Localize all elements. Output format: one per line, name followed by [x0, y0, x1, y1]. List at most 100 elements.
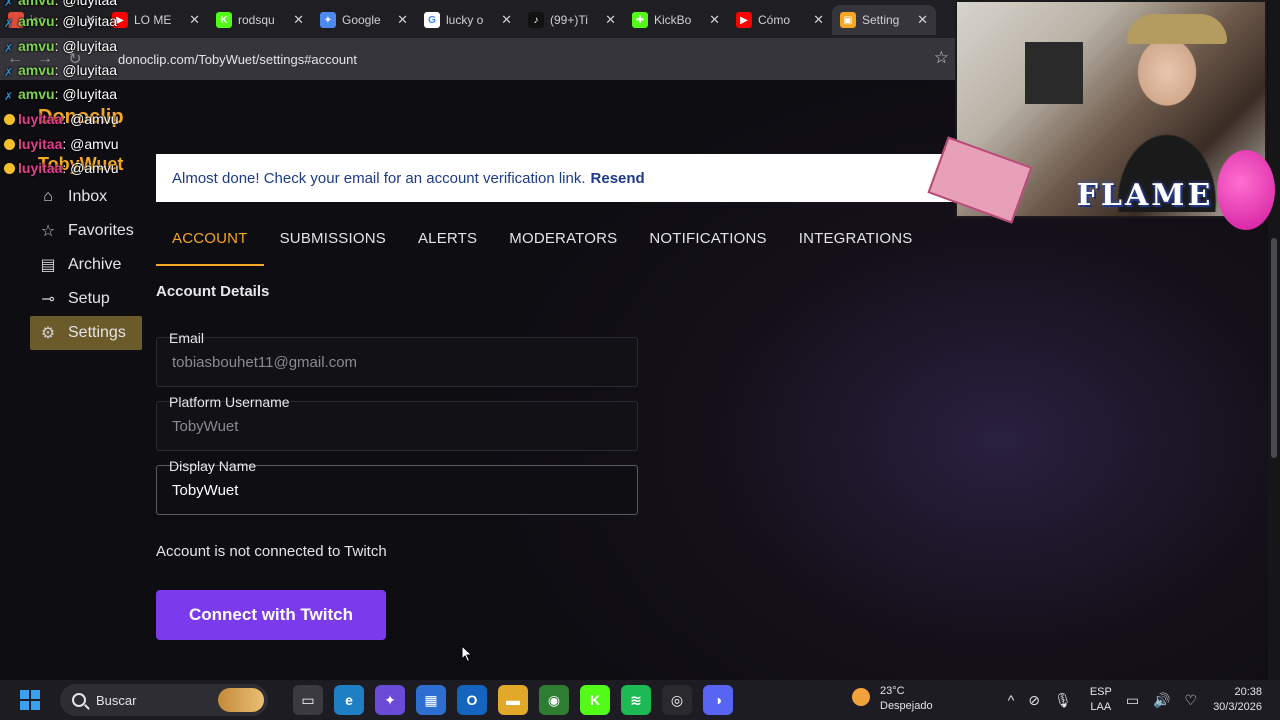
browser-tab[interactable]: ▣ Setting ✕ — [832, 5, 936, 35]
archive-icon: ▤ — [40, 257, 56, 274]
file-manager-icon[interactable]: ▭ — [293, 685, 323, 715]
email-value: tobiasbouhet11@gmail.com — [172, 354, 358, 371]
chat-username: luyitaa — [18, 136, 63, 152]
tab-notifications[interactable]: NOTIFICATIONS — [633, 218, 782, 266]
chat-message: luyitaa: @amvu — [4, 160, 119, 176]
sidebar-item-archive[interactable]: ▤ Archive — [30, 248, 142, 282]
close-tab-icon[interactable]: ✕ — [709, 12, 720, 28]
tab-submissions[interactable]: SUBMISSIONS — [264, 218, 402, 266]
browser-tab[interactable]: ✦ Google ✕ — [312, 5, 416, 35]
close-tab-icon[interactable]: ✕ — [293, 12, 304, 28]
tab-favicon-icon: ✦ — [320, 12, 336, 28]
chat-username: amvu — [18, 86, 55, 102]
email-field: Email tobiasbouhet11@gmail.com — [156, 330, 638, 387]
close-tab-icon[interactable]: ✕ — [501, 12, 512, 28]
inbox-icon: ⌂ — [43, 188, 53, 205]
display-icon[interactable]: ▭ — [1126, 692, 1139, 709]
close-tab-icon[interactable]: ✕ — [813, 12, 824, 28]
wall-poster — [1025, 42, 1083, 104]
kick-icon[interactable]: K — [580, 685, 610, 715]
language-indicator[interactable]: ESP LAA — [1090, 685, 1112, 715]
windows-taskbar: Buscar ▭ e ✦ ▦ O ▬ ◉ K ≋ ◎ ◑ 23°C Despejado ^ ⊘ 🎙 … — [0, 680, 1280, 720]
tab-title: lucky o — [446, 13, 484, 27]
browser-tab[interactable]: Krodsqu ✕ — [208, 5, 312, 35]
tab-favicon-icon: ✚ — [632, 12, 648, 28]
close-tab-icon[interactable]: ✕ — [917, 12, 928, 28]
sidebar: ⌂ Inbox ☆ Favorites ▤ Archive ⊸ Setup ⚙ Settings — [30, 180, 142, 350]
section-title: Account Details — [156, 283, 270, 300]
taskbar-search[interactable]: Buscar — [60, 684, 268, 716]
chat-username: amvu — [18, 13, 55, 29]
address-bar[interactable]: ← → ↻ donoclip.com/TobyWuet/settings#acc… — [0, 38, 955, 80]
folder-icon[interactable]: ▬ — [498, 685, 528, 715]
browser-tab[interactable]: ▶ LO ME ✕ — [104, 5, 208, 35]
copilot-icon[interactable]: ✦ — [375, 685, 405, 715]
browser-tab[interactable]: Glucky o ✕ — [416, 5, 520, 35]
chrome-icon[interactable]: ◉ — [539, 685, 569, 715]
spotify-icon[interactable]: ≋ — [621, 685, 651, 715]
banner-text: Almost done! Check your email for an acc… — [172, 169, 586, 187]
tab-moderators[interactable]: MODERATORS — [493, 218, 633, 266]
discord-icon[interactable]: ◑ — [703, 685, 733, 715]
weather-sun-icon — [852, 688, 870, 706]
chat-text: : @amvu — [62, 111, 119, 127]
search-highlight-icon — [218, 688, 264, 712]
tab-favicon-icon: K — [216, 12, 232, 28]
url-text[interactable]: donoclip.com/TobyWuet/settings#account — [118, 52, 357, 67]
clock-date: 30/3/2026 — [1213, 701, 1262, 713]
tab-integrations[interactable]: INTEGRATIONS — [783, 218, 929, 266]
chat-message: ✗ amvu: @luyitaa — [4, 86, 117, 103]
tab-title: (99+)Ti — [550, 13, 588, 27]
bookmark-star-icon[interactable]: ☆ — [934, 48, 949, 68]
chevron-up-icon[interactable]: ^ — [1008, 692, 1015, 708]
close-tab-icon[interactable]: ✕ — [605, 12, 616, 28]
browser-tab[interactable]: ♪ (99+)Ti ✕ — [520, 5, 624, 35]
email-label: Email — [169, 330, 205, 346]
network-off-icon[interactable]: ⊘ — [1028, 692, 1040, 709]
edge-icon[interactable]: e — [334, 685, 364, 715]
tab-favicon-icon: ♪ — [528, 12, 544, 28]
search-placeholder: Buscar — [96, 692, 137, 708]
display-name-label: Display Name — [169, 458, 257, 474]
chat-text: : @luyitaa — [54, 62, 118, 78]
resend-link[interactable]: Resend — [591, 170, 645, 187]
tab-title: rodsqu — [238, 13, 275, 27]
sidebar-item-settings[interactable]: ⚙ Settings — [30, 316, 142, 350]
windows-start-icon[interactable] — [20, 690, 40, 710]
tab-alerts[interactable]: ALERTS — [402, 218, 493, 266]
verification-banner: Almost done! Check your email for an acc… — [156, 154, 956, 202]
close-tab-icon[interactable]: ✕ — [189, 12, 200, 28]
streamer-hat — [1127, 14, 1227, 44]
weather-widget[interactable]: 23°C Despejado — [852, 684, 933, 714]
sidebar-item-inbox[interactable]: ⌂ Inbox — [30, 180, 142, 214]
chat-text: : @luyitaa — [54, 0, 118, 8]
volume-icon[interactable]: 🔊 — [1153, 692, 1170, 709]
close-tab-icon[interactable]: ✕ — [397, 12, 408, 28]
sidebar-item-setup[interactable]: ⊸ Setup — [30, 282, 142, 316]
sidebar-item-favorites[interactable]: ☆ Favorites — [30, 214, 142, 248]
clock[interactable]: 20:38 30/3/2026 — [1213, 685, 1262, 715]
chat-text: : @amvu — [62, 136, 119, 152]
display-name-field[interactable]: Display Name TobyWuet — [156, 458, 638, 515]
chat-text: : @luyitaa — [54, 13, 118, 29]
store-icon[interactable]: ▦ — [416, 685, 446, 715]
browser-tab[interactable]: ✚ KickBo ✕ — [624, 5, 728, 35]
webcam-overlay: FLAME — [927, 0, 1275, 240]
outlook-icon[interactable]: O — [457, 685, 487, 715]
tab-account[interactable]: ACCOUNT — [156, 218, 264, 266]
link-icon: ⊸ — [41, 291, 55, 308]
pink-figure-sticker — [1217, 150, 1275, 230]
microphone-icon[interactable]: 🎙 — [1054, 692, 1072, 709]
clock-time: 20:38 — [1234, 686, 1262, 698]
display-name-value[interactable]: TobyWuet — [172, 482, 238, 499]
chat-text: : @luyitaa — [54, 38, 118, 54]
browser-tab[interactable]: ▶ Cómo ✕ — [728, 5, 832, 35]
connect-twitch-button[interactable]: Connect with Twitch — [156, 590, 386, 640]
tab-title: Setting — [862, 13, 900, 27]
tab-title: Cómo — [758, 13, 791, 27]
obs-icon[interactable]: ◎ — [662, 685, 692, 715]
chat-username: amvu — [18, 38, 55, 54]
sword-badge-icon: ✗ — [4, 67, 14, 79]
scrollbar-thumb[interactable] — [1271, 238, 1277, 458]
notification-icon[interactable]: ♡ — [1185, 692, 1198, 709]
